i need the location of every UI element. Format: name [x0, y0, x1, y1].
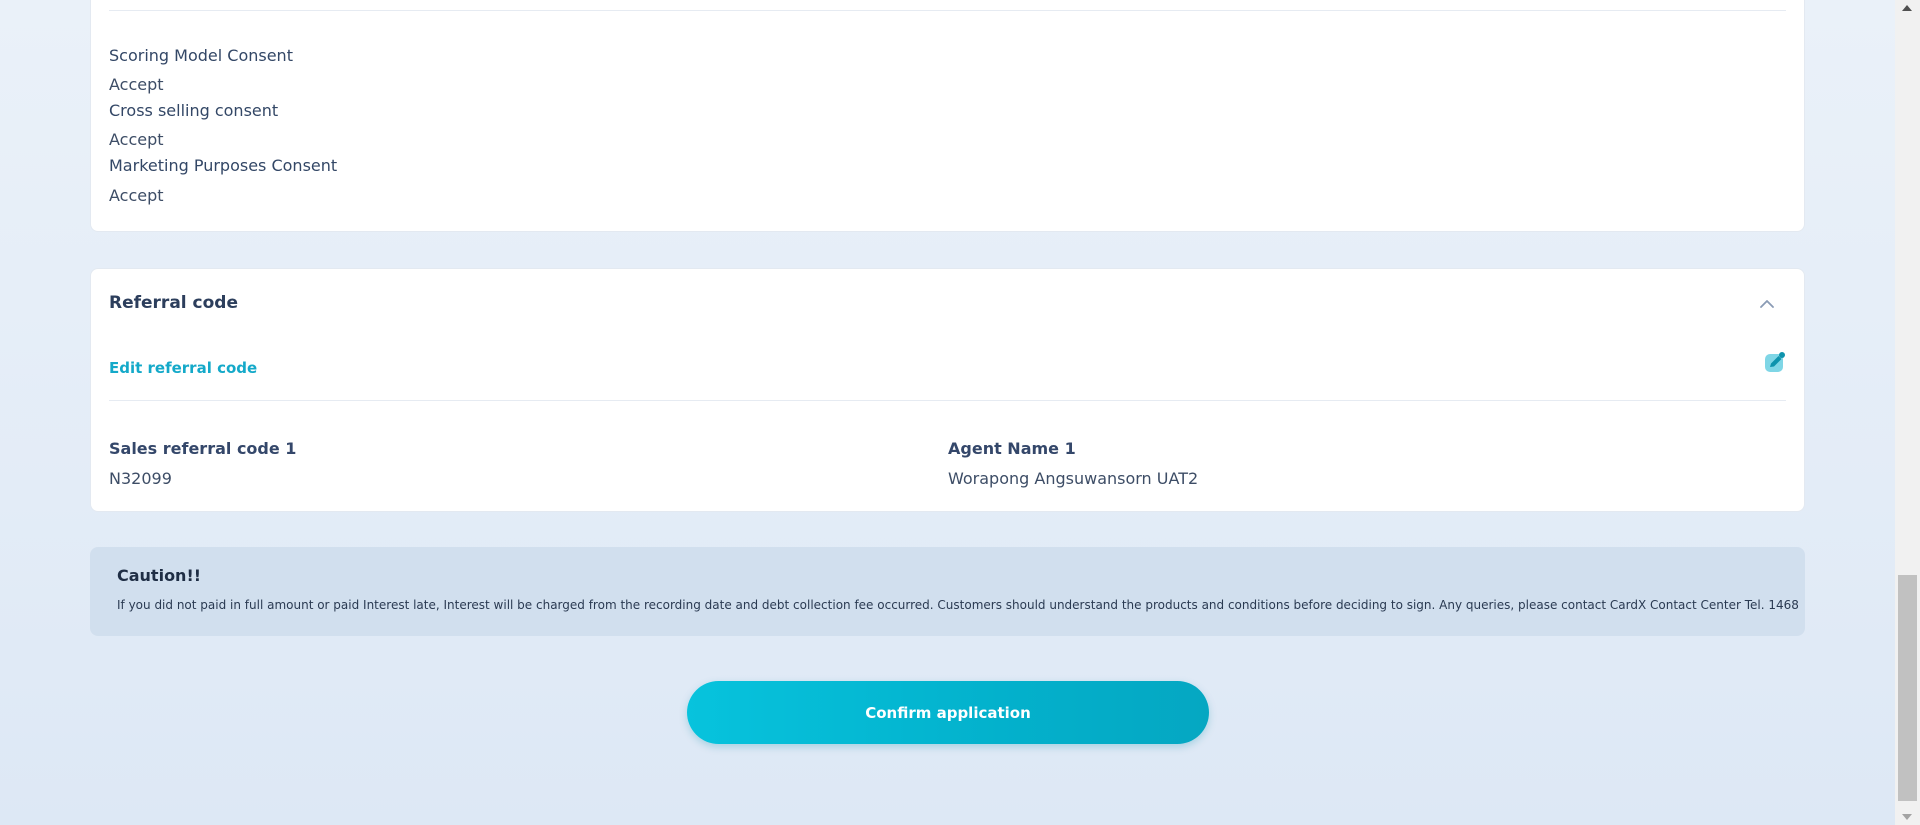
- caution-title: Caution!!: [117, 566, 202, 585]
- caution-notice: Caution!! If you did not paid in full am…: [90, 547, 1805, 636]
- referral-section-title: Referral code: [109, 293, 238, 313]
- consent-label: Marketing Purposes Consent: [109, 156, 338, 175]
- consent-label: Scoring Model Consent: [109, 46, 293, 65]
- edit-referral-code-link[interactable]: Edit referral code: [109, 359, 257, 377]
- chevron-up-icon[interactable]: [1760, 299, 1774, 309]
- vertical-scrollbar[interactable]: [1895, 0, 1920, 825]
- scroll-up-arrow-icon[interactable]: [1902, 5, 1912, 11]
- section-divider: [109, 400, 1786, 401]
- section-divider: [109, 10, 1786, 11]
- consent-card: Scoring Model Consent Accept Cross selli…: [90, 0, 1805, 232]
- agent-name-value: Worapong Angsuwansorn UAT2: [948, 469, 1199, 488]
- confirm-application-button[interactable]: Confirm application: [687, 681, 1209, 744]
- agent-name-label: Agent Name 1: [948, 439, 1076, 458]
- sales-referral-code-label: Sales referral code 1: [109, 439, 297, 458]
- scroll-down-arrow-icon[interactable]: [1902, 814, 1912, 820]
- consent-label: Cross selling consent: [109, 101, 279, 120]
- sales-referral-code-value: N32099: [109, 469, 172, 488]
- scrollbar-thumb[interactable]: [1898, 575, 1917, 801]
- consent-value: Accept: [109, 75, 164, 94]
- consent-value: Accept: [109, 186, 164, 205]
- caution-text: If you did not paid in full amount or pa…: [117, 598, 1799, 612]
- edit-pencil-icon[interactable]: [1764, 351, 1786, 373]
- consent-value: Accept: [109, 130, 164, 149]
- referral-code-card: Referral code Edit referral code Sales r…: [90, 268, 1805, 512]
- application-summary-page: Scoring Model Consent Accept Cross selli…: [0, 0, 1895, 825]
